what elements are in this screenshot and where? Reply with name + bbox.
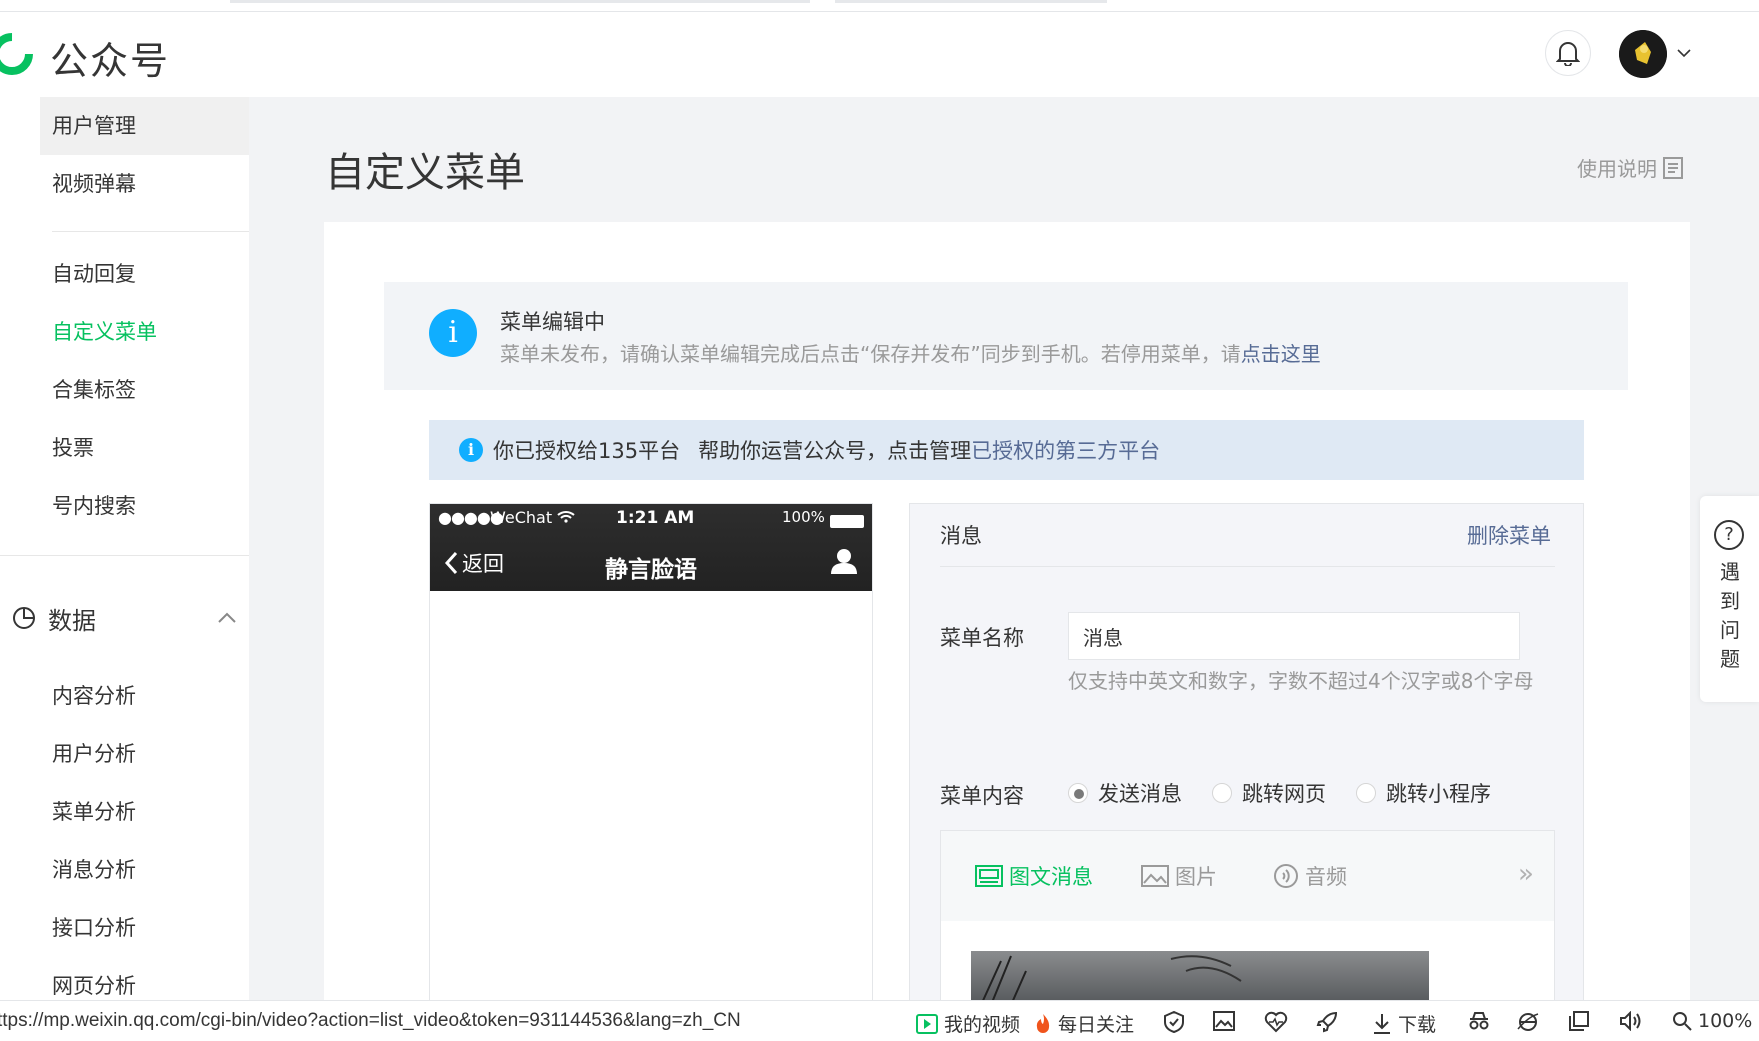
sidebar-item-video-danmu[interactable]: 视频弹幕	[40, 155, 249, 213]
heart-pulse-icon[interactable]	[1264, 1011, 1288, 1033]
wifi-icon	[557, 511, 575, 523]
status-url: ttps://mp.weixin.qq.com/cgi-bin/video?ac…	[0, 1010, 741, 1031]
shield-icon[interactable]	[1163, 1011, 1185, 1033]
auth-text-2: 帮助你运营公众号，点击管理	[698, 439, 972, 463]
daily-follow-button[interactable]: 每日关注	[1034, 1010, 1134, 1037]
page-title: 自定义菜单	[325, 150, 525, 196]
notice-title: 菜单编辑中	[500, 310, 605, 334]
question-icon: ?	[1714, 520, 1744, 550]
phone-title: 静言脸语	[605, 557, 697, 583]
sidebar-item-in-account-search[interactable]: 号内搜索	[40, 477, 249, 535]
tab-news[interactable]: 图文消息	[975, 861, 1093, 891]
usage-guide-link[interactable]: 使用说明	[1577, 153, 1683, 182]
sidebar-item-menu-analysis[interactable]: 菜单分析	[40, 783, 249, 841]
sidebar-item-user-analysis[interactable]: 用户分析	[40, 725, 249, 783]
notice-description: 菜单未发布，请确认菜单编辑完成后点击“保存并发布”同步到手机。若停用菜单，请点击…	[500, 342, 1321, 366]
editing-notice: i 菜单编辑中 菜单未发布，请确认菜单编辑完成后点击“保存并发布”同步到手机。若…	[384, 282, 1628, 390]
status-time: 1:21 AM	[616, 508, 695, 528]
usage-guide-label: 使用说明	[1577, 157, 1657, 181]
menu-content-radio-group: 发送消息 跳转网页 跳转小程序	[1068, 778, 1491, 808]
my-video-button[interactable]: 我的视频	[916, 1010, 1020, 1037]
disable-menu-link[interactable]: 点击这里	[1241, 342, 1321, 366]
more-tabs-icon[interactable]: »	[1518, 859, 1534, 889]
notification-bell-icon[interactable]	[1545, 30, 1591, 76]
audio-icon	[1274, 864, 1298, 888]
sidebar-item-api-analysis[interactable]: 接口分析	[40, 899, 249, 957]
info-icon: i	[459, 438, 483, 462]
info-icon: i	[429, 309, 477, 357]
editor-divider	[940, 566, 1555, 567]
radio-send-message[interactable]: 发送消息	[1068, 778, 1182, 808]
news-icon	[975, 865, 1003, 887]
message-type-tabs: 图文消息 图片 音频 »	[941, 831, 1554, 921]
zoom-control[interactable]: 100%	[1672, 1010, 1752, 1032]
phone-preview: ●●●●● WeChat 1:21 AM 100% 返回 静言脸语	[429, 503, 873, 1003]
rocket-icon[interactable]	[1316, 1011, 1338, 1033]
delete-menu-link[interactable]: 删除菜单	[1467, 520, 1551, 550]
top-header: 公众号	[0, 12, 1759, 97]
battery-percent: 100%	[782, 508, 825, 526]
editor-title: 消息	[940, 524, 982, 548]
avatar[interactable]	[1619, 30, 1667, 78]
authorization-bar: i 你已授权给135平台 帮助你运营公众号，点击管理 已授权的第三方平台	[429, 420, 1584, 480]
auth-text: 你已授权给135平台	[493, 439, 681, 463]
download-button[interactable]: 下载	[1372, 1010, 1436, 1037]
sidebar-item-message-analysis[interactable]: 消息分析	[40, 841, 249, 899]
ie-icon[interactable]	[1517, 1011, 1539, 1033]
sidebar-group-data[interactable]: 数据	[12, 593, 237, 643]
menu-content-label: 菜单内容	[940, 784, 1024, 808]
cover-image-thumbnail[interactable]	[971, 951, 1429, 1005]
document-icon	[1663, 156, 1683, 179]
phone-nav-bar: ●●●●● WeChat 1:21 AM 100% 返回 静言脸语	[430, 504, 872, 591]
message-content-box: 图文消息 图片 音频 »	[940, 830, 1555, 1005]
incognito-icon[interactable]	[1467, 1011, 1491, 1031]
carrier-label: WeChat	[490, 508, 575, 527]
third-party-platform-link[interactable]: 已授权的第三方平台	[971, 435, 1160, 465]
chevron-down-icon[interactable]	[1676, 48, 1692, 58]
sidebar-item-custom-menu[interactable]: 自定义菜单	[40, 303, 249, 361]
sidebar-item-collection-tags[interactable]: 合集标签	[40, 361, 249, 419]
speaker-icon[interactable]	[1619, 1011, 1643, 1031]
brand-name[interactable]: 公众号	[50, 30, 170, 85]
sidebar-item-web-analysis[interactable]: 网页分析	[40, 957, 249, 1000]
radio-jump-miniprogram[interactable]: 跳转小程序	[1356, 778, 1491, 808]
radio-jump-webpage[interactable]: 跳转网页	[1212, 778, 1326, 808]
zoom-icon	[1673, 1012, 1692, 1031]
help-float-button[interactable]: ? 遇到问题	[1700, 496, 1759, 702]
tab-image[interactable]: 图片	[1141, 861, 1217, 891]
browser-tab[interactable]	[835, 0, 1107, 3]
chevron-up-icon[interactable]	[217, 612, 237, 624]
battery-icon	[830, 515, 864, 528]
play-icon	[916, 1013, 938, 1034]
window-icon[interactable]	[1569, 1011, 1589, 1031]
image-icon	[1141, 865, 1169, 887]
sidebar-item-content-analysis[interactable]: 内容分析	[40, 667, 249, 725]
tab-audio[interactable]: 音频	[1273, 861, 1347, 891]
pie-chart-icon	[13, 607, 35, 629]
help-float-label: 遇到问题	[1720, 560, 1740, 671]
sidebar-item-vote[interactable]: 投票	[40, 419, 249, 477]
menu-name-label: 菜单名称	[940, 626, 1024, 650]
sidebar-item-user-management[interactable]: 用户管理	[40, 97, 249, 155]
user-profile-icon[interactable]	[830, 547, 858, 575]
image-icon[interactable]	[1213, 1011, 1235, 1031]
browser-status-bar: ttps://mp.weixin.qq.com/cgi-bin/video?ac…	[0, 1000, 1759, 1041]
browser-tab-strip	[0, 0, 1759, 12]
sidebar: 用户管理 视频弹幕 自动回复 自定义菜单 合集标签 投票 号内搜索 数据 内容分…	[0, 97, 249, 1000]
menu-name-hint: 仅支持中英文和数字，字数不超过4个汉字或8个字母	[1068, 669, 1534, 693]
download-icon	[1374, 1013, 1390, 1034]
menu-editor-panel: 消息 删除菜单 菜单名称 仅支持中英文和数字，字数不超过4个汉字或8个字母 菜单…	[909, 503, 1584, 1005]
sidebar-group-title: 数据	[48, 606, 96, 635]
menu-name-input[interactable]	[1068, 612, 1520, 660]
sidebar-item-auto-reply[interactable]: 自动回复	[40, 245, 249, 303]
sidebar-divider	[0, 555, 249, 556]
wechat-mp-logo-icon[interactable]	[0, 30, 36, 78]
browser-tab[interactable]	[230, 0, 810, 3]
fire-icon	[1036, 1013, 1050, 1033]
sidebar-divider	[52, 231, 249, 232]
